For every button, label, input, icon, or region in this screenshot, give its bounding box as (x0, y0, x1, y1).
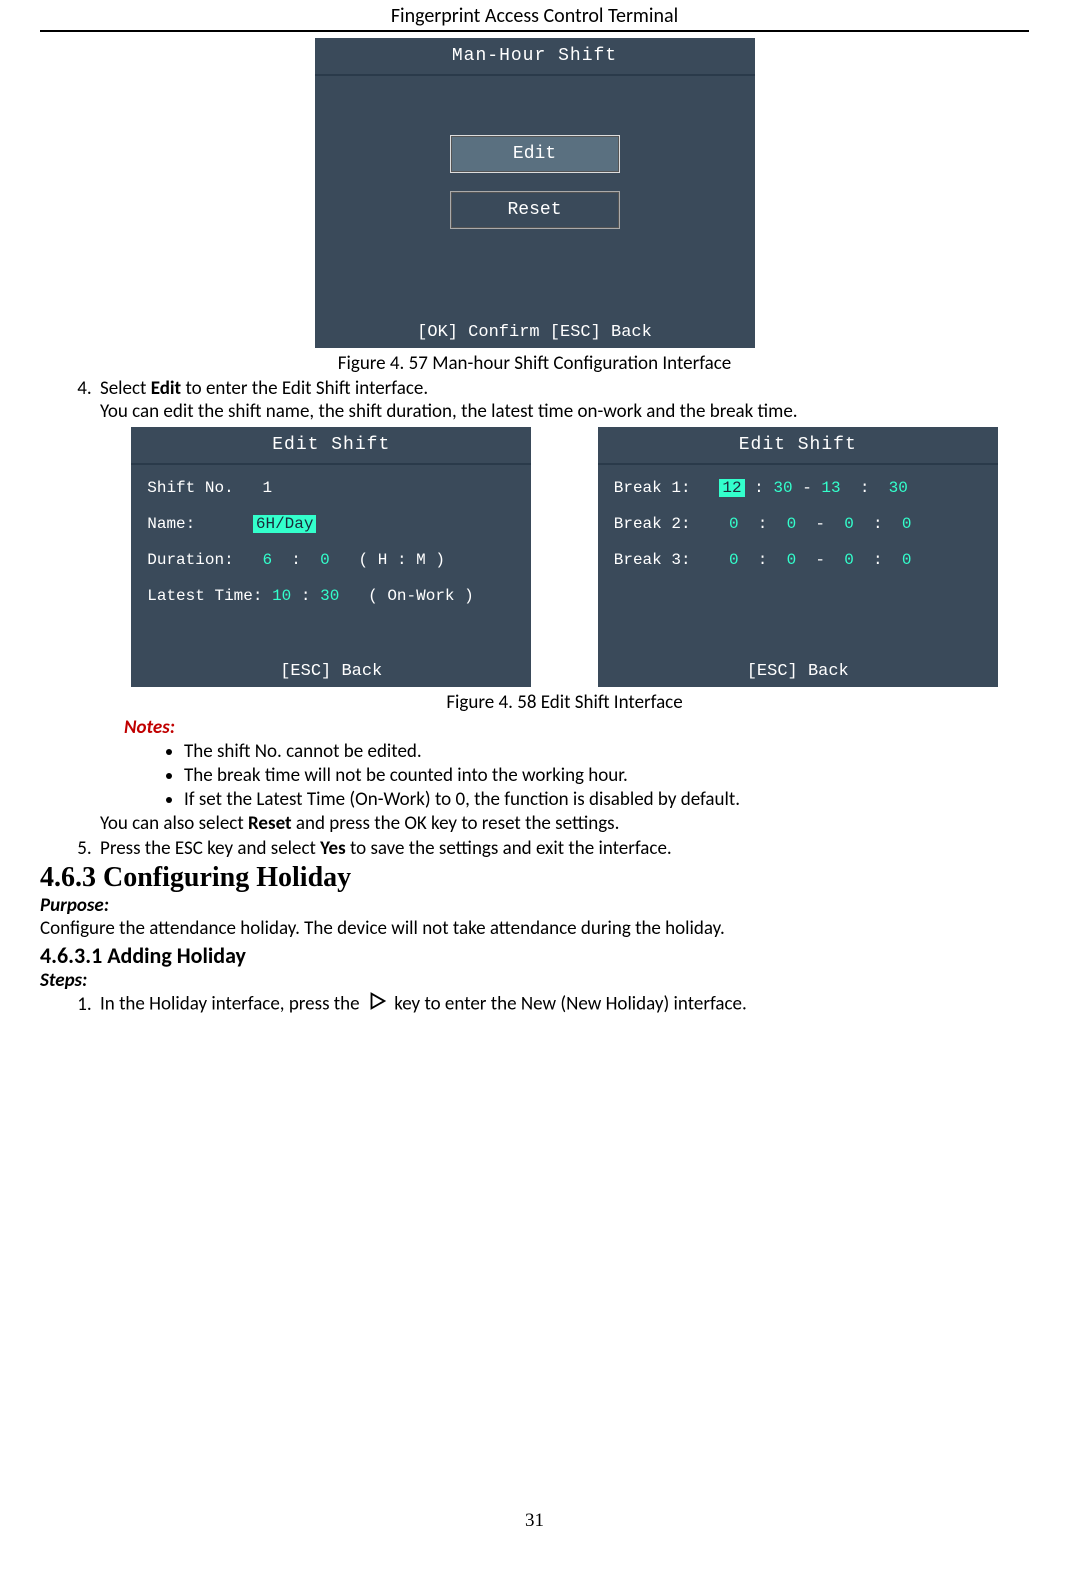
break1-row: Break 1: 12 : 30 - 13 : 30 (614, 479, 982, 497)
holiday-step-1: In the Holiday interface, press the key … (96, 992, 1029, 1018)
duration-m[interactable]: 0 (320, 551, 330, 569)
break3-row: Break 3: 0 : 0 - 0 : 0 (614, 551, 982, 569)
man-hour-shift-screen: Man-Hour Shift Edit Reset [OK] Confirm [… (315, 38, 755, 348)
latest-h[interactable]: 10 (272, 587, 291, 605)
break1-end-m[interactable]: 30 (889, 479, 908, 497)
edit-shift-left-panel: Edit Shift Shift No. 1 Name: 6H/Day Dura… (131, 427, 531, 687)
break3-end-h[interactable]: 0 (844, 551, 854, 569)
screen-footer-left: [ESC] Back (131, 656, 531, 687)
screen-footer: [OK] Confirm [ESC] Back (315, 317, 755, 348)
break2-start-h[interactable]: 0 (729, 515, 739, 533)
reset-button[interactable]: Reset (450, 191, 620, 229)
purpose-label: Purpose: (40, 894, 1029, 917)
duration-row: Duration: 6 : 0 ( H : M ) (147, 551, 515, 569)
break2-end-h[interactable]: 0 (844, 515, 854, 533)
name-row: Name: 6H/Day (147, 515, 515, 533)
edit-shift-right-panel: Edit Shift Break 1: 12 : 30 - 13 : 30 Br… (598, 427, 998, 687)
screen-title: Man-Hour Shift (315, 38, 755, 76)
screen-footer-right: [ESC] Back (598, 656, 998, 687)
step4-text-b: to enter the Edit Shift interface. (181, 377, 428, 400)
step4-bold: Edit (151, 377, 181, 400)
break1-end-h[interactable]: 13 (821, 479, 840, 497)
page-header: Fingerprint Access Control Terminal (40, 0, 1029, 32)
page-number: 31 (40, 1510, 1029, 1532)
step4-text-a: Select (100, 377, 151, 400)
figure-caption-57: Figure 4. 57 Man-hour Shift Configuratio… (40, 352, 1029, 375)
break2-start-m[interactable]: 0 (787, 515, 797, 533)
figure-caption-58: Figure 4. 58 Edit Shift Interface (100, 691, 1029, 714)
duration-h[interactable]: 6 (262, 551, 272, 569)
step-5: Press the ESC key and select Yes to save… (96, 837, 1029, 860)
shift-no-row: Shift No. 1 (147, 479, 515, 497)
purpose-text: Configure the attendance holiday. The de… (40, 917, 1029, 940)
reset-line: You can also select Reset and press the … (100, 812, 1029, 835)
note-2: The break time will not be counted into … (184, 764, 1029, 787)
header-title: Fingerprint Access Control Terminal (391, 4, 678, 28)
break3-start-h[interactable]: 0 (729, 551, 739, 569)
note-1: The shift No. cannot be edited. (184, 740, 1029, 763)
break2-end-m[interactable]: 0 (902, 515, 912, 533)
section-4-6-3-1-title: 4.6.3.1 Adding Holiday (40, 942, 1029, 969)
section-4-6-3-title: 4.6.3 Configuring Holiday (40, 862, 1029, 894)
right-arrow-icon (366, 990, 388, 1016)
notes-list: The shift No. cannot be edited. The brea… (100, 740, 1029, 811)
break3-start-m[interactable]: 0 (787, 551, 797, 569)
latest-row: Latest Time: 10 : 30 ( On-Work ) (147, 587, 515, 605)
step-4: Select Edit to enter the Edit Shift inte… (96, 377, 1029, 835)
edit-shift-figure: Edit Shift Shift No. 1 Name: 6H/Day Dura… (100, 427, 1029, 687)
break2-row: Break 2: 0 : 0 - 0 : 0 (614, 515, 982, 533)
note-3: If set the Latest Time (On-Work) to 0, t… (184, 788, 1029, 811)
screen-title-right: Edit Shift (598, 427, 998, 465)
notes-label: Notes: (124, 716, 1029, 739)
name-value[interactable]: 6H/Day (253, 515, 317, 533)
step4-line2: You can edit the shift name, the shift d… (100, 400, 1029, 423)
latest-m[interactable]: 30 (320, 587, 339, 605)
edit-button[interactable]: Edit (450, 135, 620, 173)
break3-end-m[interactable]: 0 (902, 551, 912, 569)
break1-start-h[interactable]: 12 (719, 479, 744, 497)
break1-start-m[interactable]: 30 (773, 479, 792, 497)
screen-title-left: Edit Shift (131, 427, 531, 465)
steps-label: Steps: (40, 969, 1029, 992)
